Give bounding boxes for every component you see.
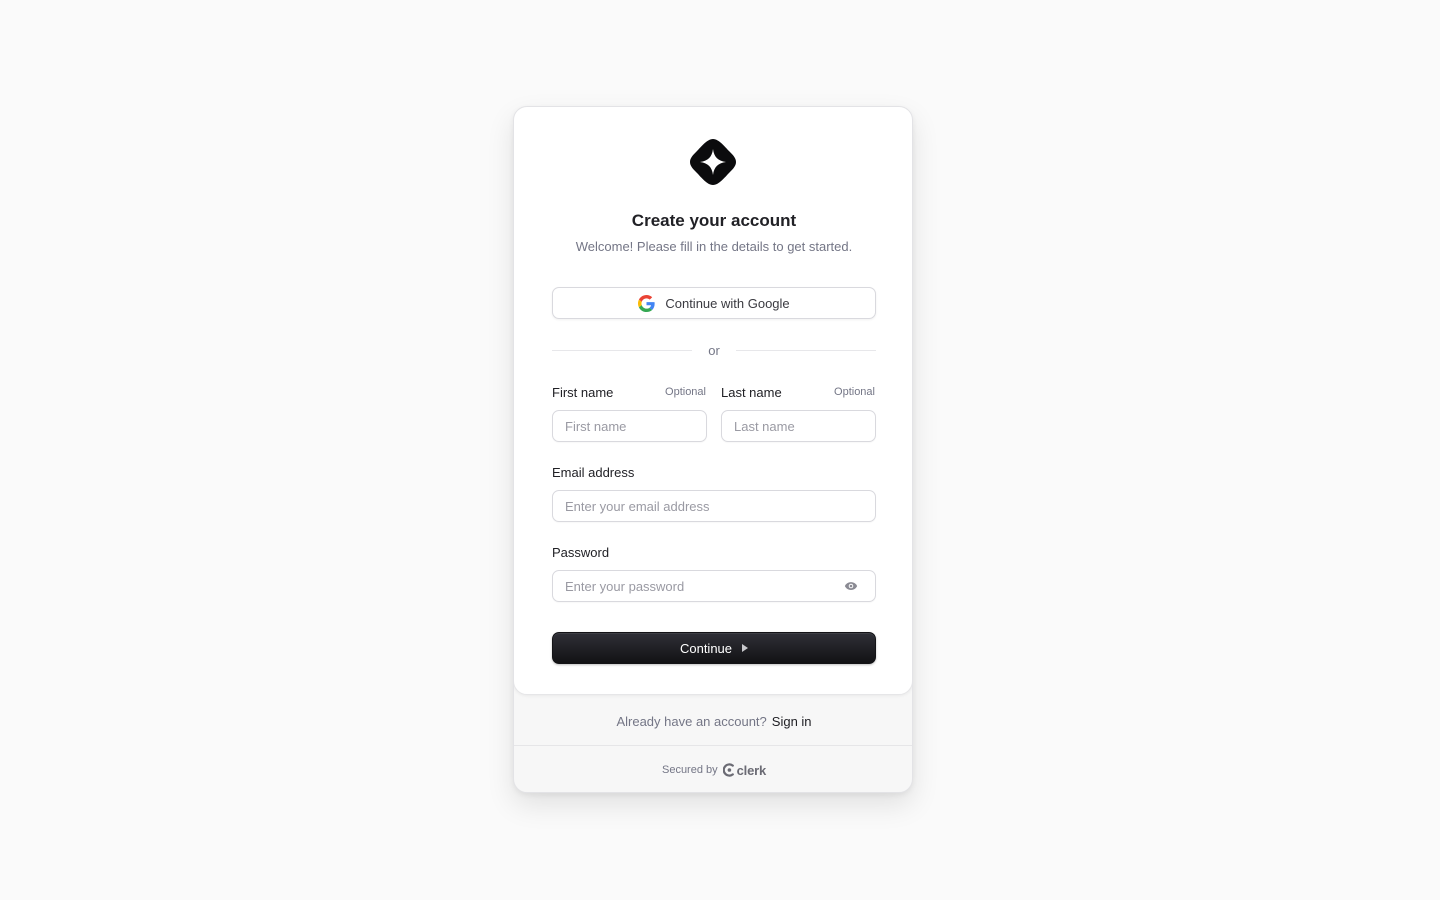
password-field[interactable] — [552, 570, 876, 602]
clerk-brand[interactable]: clerk — [722, 762, 767, 778]
first-name-optional-hint: Optional — [665, 386, 706, 398]
signup-card: Create your account Welcome! Please fill… — [514, 107, 912, 695]
clerk-logo-icon — [722, 763, 734, 777]
continue-button[interactable]: Continue — [552, 632, 876, 664]
last-name-field[interactable] — [721, 410, 876, 442]
continue-button-label: Continue — [679, 640, 733, 656]
diamond-logo-icon — [690, 139, 736, 185]
clerk-brand-text: clerk — [736, 762, 767, 778]
google-button-label: Continue with Google — [665, 295, 790, 311]
continue-with-google-button[interactable]: Continue with Google — [552, 287, 876, 319]
or-divider: or — [552, 342, 876, 358]
caret-right-icon — [742, 644, 749, 652]
sign-in-link[interactable]: Sign in — [772, 714, 812, 729]
divider-text: or — [708, 342, 720, 358]
email-label: Email address — [552, 465, 635, 480]
email-field[interactable] — [552, 490, 876, 522]
divider-line — [552, 349, 693, 351]
secured-by-text: Secured by — [661, 764, 718, 776]
page-subtitle: Welcome! Please fill in the details to g… — [575, 239, 853, 254]
signin-prompt-text: Already have an account? — [616, 713, 767, 729]
signin-prompt: Already have an account? Sign in — [514, 696, 912, 746]
page-title: Create your account — [631, 211, 797, 230]
password-label: Password — [552, 545, 610, 560]
divider-line — [735, 349, 876, 351]
eye-icon[interactable] — [844, 579, 858, 593]
google-icon — [638, 294, 655, 312]
secured-by-badge: Secured by clerk — [514, 746, 912, 792]
last-name-optional-hint: Optional — [834, 386, 875, 398]
first-name-field[interactable] — [552, 410, 707, 442]
last-name-label: Last name — [721, 385, 782, 400]
signup-card-container: Create your account Welcome! Please fill… — [513, 106, 913, 793]
first-name-label: First name — [552, 385, 614, 400]
